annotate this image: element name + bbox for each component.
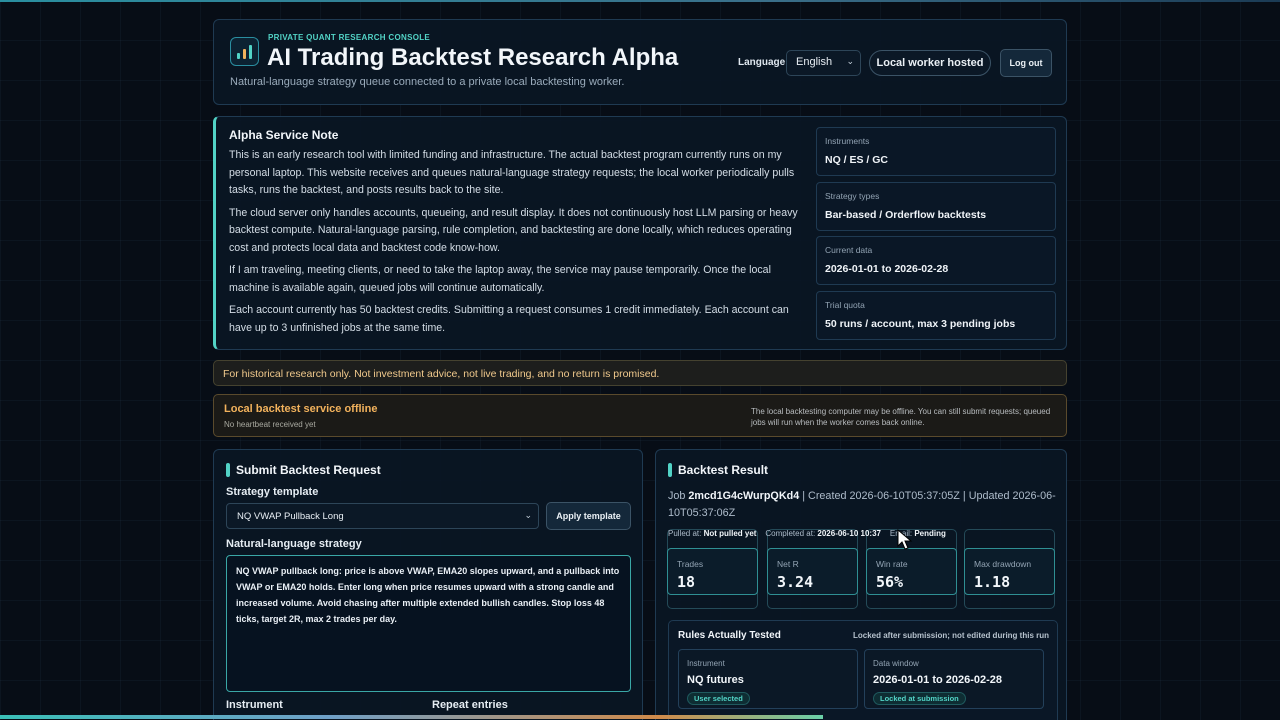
disclaimer-banner: For historical research only. Not invest… bbox=[213, 360, 1067, 386]
app-header: PRIVATE QUANT RESEARCH CONSOLE AI Tradin… bbox=[213, 19, 1067, 105]
worker-hosted-pill[interactable]: Local worker hosted bbox=[869, 50, 991, 76]
rules-note: Locked after submission; not edited duri… bbox=[852, 631, 1049, 640]
instrument-label: Instrument bbox=[226, 699, 283, 711]
submit-request-panel: Submit Backtest Request Strategy templat… bbox=[213, 449, 643, 720]
page-progress-bar bbox=[0, 715, 823, 719]
pulled-label: Pulled at: bbox=[668, 529, 704, 538]
metric-label: Net R bbox=[777, 559, 799, 569]
rule-card-value: 2026-01-01 to 2026-02-28 bbox=[873, 674, 1003, 686]
info-card-label: Current data bbox=[825, 245, 873, 255]
note-body: This is an early research tool with limi… bbox=[229, 147, 807, 342]
metric-label: Max drawdown bbox=[974, 559, 1032, 569]
top-accent-line bbox=[0, 0, 1280, 2]
chevron-down-icon: ⌄ bbox=[524, 510, 532, 520]
template-select[interactable]: NQ VWAP Pullback Long ⌄ bbox=[226, 503, 539, 529]
note-paragraph: The cloud server only handles accounts, … bbox=[229, 206, 798, 254]
section-accent-bar bbox=[226, 463, 230, 477]
info-card-trial-quota: Trial quota 50 runs / account, max 3 pen… bbox=[816, 291, 1056, 340]
strategy-textarea[interactable]: NQ VWAP pullback long: price is above VW… bbox=[226, 555, 631, 692]
info-card-label: Strategy types bbox=[825, 191, 880, 201]
rule-card-instrument: Instrument NQ futures User selected bbox=[678, 649, 858, 709]
rule-card-value: NQ futures bbox=[687, 674, 744, 686]
metric-trades: Trades 18 bbox=[667, 548, 758, 595]
note-paragraph: If I am traveling, meeting clients, or n… bbox=[229, 264, 771, 294]
language-select[interactable]: English ⌄ bbox=[786, 50, 861, 76]
rules-tested-card: Rules Actually Tested Locked after submi… bbox=[668, 620, 1058, 720]
repeat-entries-label: Repeat entries bbox=[432, 699, 508, 711]
metric-value: 56% bbox=[876, 573, 904, 591]
rule-card-badge: Locked at submission bbox=[873, 692, 966, 705]
metric-value: 1.18 bbox=[974, 573, 1011, 591]
mouse-cursor-icon bbox=[897, 529, 913, 550]
info-card-label: Instruments bbox=[825, 136, 870, 146]
language-value: English bbox=[796, 56, 833, 68]
info-card-instruments: Instruments NQ / ES / GC bbox=[816, 127, 1056, 176]
info-card-value: Bar-based / Orderflow backtests bbox=[825, 209, 987, 221]
metric-win-rate: Win rate 56% bbox=[866, 548, 957, 595]
note-paragraph: Each account currently has 50 backtest c… bbox=[229, 304, 789, 334]
apply-template-button[interactable]: Apply template bbox=[546, 502, 631, 530]
result-section-title: Backtest Result bbox=[678, 463, 769, 477]
rule-card-label: Data window bbox=[873, 659, 919, 668]
template-label: Strategy template bbox=[226, 486, 319, 498]
note-paragraph: This is an early research tool with limi… bbox=[229, 149, 795, 197]
service-note-panel: Alpha Service Note This is an early rese… bbox=[213, 116, 1067, 350]
metric-label: Win rate bbox=[876, 559, 908, 569]
chevron-down-icon: ⌄ bbox=[846, 56, 854, 66]
eyebrow-label: PRIVATE QUANT RESEARCH CONSOLE bbox=[268, 33, 431, 42]
info-card-label: Trial quota bbox=[825, 300, 865, 310]
offline-description: The local backtesting computer may be of… bbox=[751, 407, 1051, 427]
metric-net-r: Net R 3.24 bbox=[767, 548, 858, 595]
strategy-label: Natural-language strategy bbox=[226, 538, 362, 550]
job-prefix: Job bbox=[668, 490, 689, 502]
note-title: Alpha Service Note bbox=[229, 128, 339, 142]
rules-title: Rules Actually Tested bbox=[678, 630, 781, 641]
job-id: 2mcd1G4cWurpQKd4 bbox=[688, 490, 800, 502]
logout-button[interactable]: Log out bbox=[1000, 49, 1052, 77]
metric-value: 18 bbox=[677, 573, 696, 591]
completed-label: Completed at: bbox=[765, 529, 818, 538]
rule-card-label: Instrument bbox=[687, 659, 725, 668]
template-value: NQ VWAP Pullback Long bbox=[237, 511, 344, 522]
info-card-value: 2026-01-01 to 2026-02-28 bbox=[825, 263, 949, 275]
section-accent-bar bbox=[668, 463, 672, 477]
page-subtitle: Natural-language strategy queue connecte… bbox=[230, 76, 625, 88]
language-label: Language bbox=[738, 57, 786, 68]
offline-status-banner: Local backtest service offline No heartb… bbox=[213, 394, 1067, 437]
offline-title: Local backtest service offline bbox=[224, 403, 378, 415]
rule-card-badge: User selected bbox=[687, 692, 750, 705]
job-info-line: Job 2mcd1G4cWurpQKd4 | Created 2026-06-1… bbox=[668, 488, 1060, 522]
info-card-current-data: Current data 2026-01-01 to 2026-02-28 bbox=[816, 236, 1056, 285]
metric-max-drawdown: Max drawdown 1.18 bbox=[964, 548, 1055, 595]
page-title: AI Trading Backtest Research Alpha bbox=[267, 44, 679, 71]
disclaimer-text: For historical research only. Not invest… bbox=[223, 368, 660, 380]
metric-value: 3.24 bbox=[777, 573, 814, 591]
info-card-value: 50 runs / account, max 3 pending jobs bbox=[825, 318, 1016, 330]
email-value: Pending bbox=[914, 529, 946, 538]
offline-subtitle: No heartbeat received yet bbox=[224, 420, 316, 429]
backtest-result-panel: Backtest Result Job 2mcd1G4cWurpQKd4 | C… bbox=[655, 449, 1067, 720]
info-card-value: NQ / ES / GC bbox=[825, 154, 889, 166]
metric-label: Trades bbox=[677, 559, 704, 569]
pulled-value: Not pulled yet bbox=[703, 529, 757, 538]
submit-section-title: Submit Backtest Request bbox=[236, 463, 381, 477]
completed-value: 2026-06-10 10:37 bbox=[817, 529, 881, 538]
rule-card-data-window: Data window 2026-01-01 to 2026-02-28 Loc… bbox=[864, 649, 1044, 709]
chart-logo-icon bbox=[230, 37, 259, 66]
info-card-strategy-types: Strategy types Bar-based / Orderflow bac… bbox=[816, 182, 1056, 231]
